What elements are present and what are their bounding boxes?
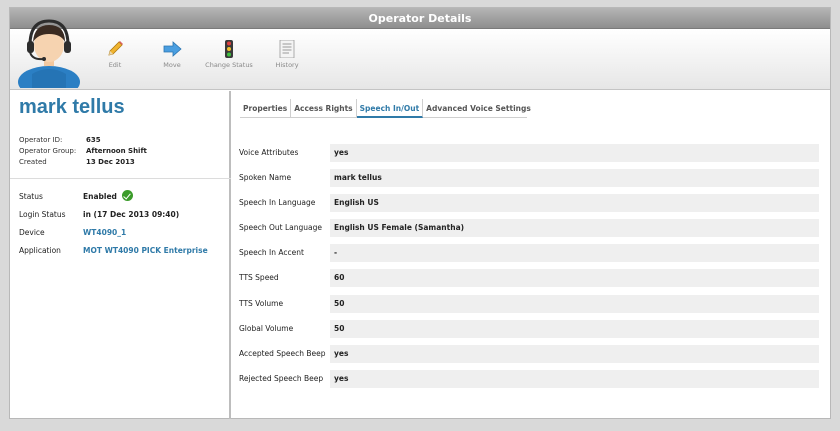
field-value: yes — [330, 144, 819, 162]
field-row: Accepted Speech Beep yes — [239, 343, 823, 368]
info-row-created: Created 13 Dec 2013 — [19, 157, 224, 168]
operator-details-window: Operator Details Edit Move Change Status… — [9, 7, 831, 419]
login-status-row: Login Status in (17 Dec 2013 09:40) — [19, 206, 224, 224]
move-button-label: Move — [163, 61, 181, 69]
field-row: Speech In Language English US — [239, 192, 823, 217]
application-row: Application MOT WT4090 PICK Enterprise — [19, 242, 224, 260]
field-row: Rejected Speech Beep yes — [239, 368, 823, 393]
history-button-label: History — [275, 61, 299, 69]
field-row: TTS Speed 60 — [239, 267, 823, 292]
field-label: Voice Attributes — [239, 148, 299, 157]
tab-bar: Properties Access Rights Speech In/Out Adva… — [240, 99, 531, 118]
field-row: Speech In Accent - — [239, 242, 823, 267]
field-value: 50 — [330, 319, 819, 338]
device-key: Device — [19, 228, 45, 237]
tab-access-rights[interactable]: Access Rights — [291, 99, 357, 118]
operator-info: Operator ID: 635 Operator Group: Afternoon… — [19, 135, 224, 168]
change-status-button-label: Change Status — [205, 61, 253, 69]
edit-button-label: Edit — [108, 61, 122, 69]
info-key: Operator Group: — [19, 147, 77, 155]
change-status-button[interactable]: Change Status — [205, 40, 253, 69]
field-label: Global Volume — [239, 323, 294, 333]
status-row: Status Enabled — [19, 188, 224, 206]
field-label: Accepted Speech Beep — [239, 348, 326, 358]
tab-speech-in-out[interactable]: Speech In/Out — [356, 99, 424, 118]
field-value: yes — [330, 369, 819, 388]
info-row-operator-id: Operator ID: 635 — [19, 135, 224, 146]
history-button[interactable]: History — [263, 40, 311, 69]
field-label: TTS Volume — [239, 298, 284, 308]
traffic-light-icon — [225, 40, 233, 58]
application-key: Application — [19, 246, 61, 255]
toolbar: Edit Move Change Status History — [10, 19, 830, 90]
field-row: Voice Attributes yes — [239, 142, 823, 167]
device-link[interactable]: WT4090_1 — [83, 228, 126, 237]
status-value: Enabled — [83, 192, 117, 201]
edit-button[interactable]: Edit — [91, 40, 139, 69]
document-icon — [279, 40, 295, 58]
field-value: - — [330, 244, 819, 263]
tab-advanced-voice-settings[interactable]: Advanced Voice Settings — [423, 99, 534, 118]
info-value: 635 — [86, 136, 101, 144]
info-key: Operator ID: — [19, 136, 63, 144]
details-panel: Properties Access Rights Speech In/Out Adva… — [233, 91, 830, 419]
window-title: Operator Details — [10, 8, 830, 29]
field-value: mark tellus — [330, 169, 819, 188]
operator-avatar — [18, 19, 80, 88]
field-label: Speech Out Language — [239, 223, 323, 233]
field-label: Rejected Speech Beep — [239, 373, 324, 383]
login-status-value: in (17 Dec 2013 09:40) — [83, 210, 180, 219]
device-row: Device WT4090_1 — [19, 224, 224, 242]
info-row-operator-group: Operator Group: Afternoon Shift — [19, 146, 224, 157]
field-value: English US — [330, 194, 819, 213]
field-value: 60 — [330, 269, 819, 288]
check-icon — [121, 190, 133, 201]
info-key: Created — [19, 158, 47, 166]
field-row: Speech Out Language English US Female (S… — [239, 217, 823, 242]
field-label: Spoken Name — [239, 173, 292, 183]
operator-summary-panel: mark tellus Operator ID: 635 Operator Gro… — [10, 91, 231, 419]
info-value: Afternoon Shift — [86, 147, 147, 155]
pencil-icon — [108, 41, 123, 56]
field-label: Speech In Language — [239, 198, 316, 208]
operator-status: Status Enabled Login Status in (17 Dec 201… — [19, 188, 224, 260]
login-status-key: Login Status — [19, 210, 66, 219]
field-row: Global Volume 50 — [239, 318, 823, 343]
panel-divider — [10, 178, 231, 179]
field-row: TTS Volume 50 — [239, 293, 823, 318]
operator-name: mark tellus — [19, 96, 125, 118]
speech-settings: Voice Attributes yes Spoken Name mark te… — [239, 142, 823, 393]
info-value: 13 Dec 2013 — [86, 158, 135, 166]
arrow-right-icon — [163, 41, 182, 57]
field-label: Speech In Accent — [239, 248, 304, 258]
field-value: English US Female (Samantha) — [330, 219, 819, 238]
move-button[interactable]: Move — [148, 40, 196, 69]
application-link[interactable]: MOT WT4090 PICK Enterprise — [83, 246, 208, 255]
tab-properties[interactable]: Properties — [240, 99, 292, 118]
field-value: yes — [330, 344, 819, 363]
field-row: Spoken Name mark tellus — [239, 167, 823, 192]
field-label: TTS Speed — [239, 273, 279, 283]
status-key: Status — [19, 192, 43, 201]
field-value: 50 — [330, 294, 819, 313]
